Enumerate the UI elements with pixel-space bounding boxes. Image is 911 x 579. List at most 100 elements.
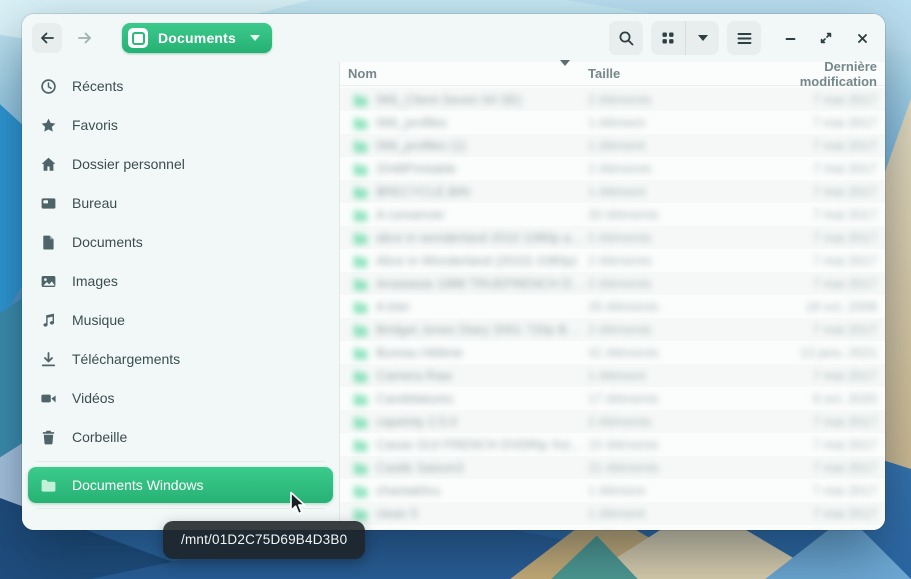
table-row[interactable]: 066_profiles1 élément7 mai 2017 (340, 111, 885, 134)
folder-icon (352, 345, 367, 360)
row-content-blurred: Anastasia 1988 TRUEFRENCH DV…2 éléments7… (348, 276, 877, 291)
file-size: 2 éléments (588, 322, 778, 337)
table-row[interactable]: chantakhru1 élément7 mai 2017 (340, 479, 885, 502)
file-name: Castle Saison3 (376, 460, 588, 475)
sidebar-item-musique[interactable]: Musique (28, 301, 333, 339)
mount-path-tooltip: /mnt/01D2C75D69B4D3B0 (163, 521, 365, 559)
view-options-dropdown-button[interactable] (685, 21, 719, 55)
table-row[interactable]: 066_Client Seven 64 SE)2 éléments7 mai 2… (340, 88, 885, 111)
main-menu-button[interactable] (727, 21, 761, 55)
clock-icon (40, 78, 57, 95)
maximize-button[interactable] (813, 25, 839, 51)
folder-icon (352, 161, 367, 176)
table-row[interactable]: 066_profiles (1)1 élément7 mai 2017 (340, 134, 885, 157)
sort-descending-icon (560, 66, 570, 81)
back-button[interactable] (32, 23, 62, 53)
minimize-button[interactable] (777, 25, 803, 51)
grid-view-button[interactable] (651, 21, 685, 55)
file-modified: 7 mai 2017 (778, 207, 877, 222)
file-modified: 7 mai 2017 (778, 138, 877, 153)
document-icon (40, 234, 57, 251)
download-icon (40, 351, 57, 368)
row-content-blurred: Bridget Jones Diary 2001 720p BR…2 éléme… (348, 322, 877, 337)
file-name: 2048Printable (376, 161, 588, 176)
file-modified: 7 mai 2017 (778, 92, 877, 107)
folder-icon (352, 115, 367, 130)
file-size: 2 éléments (588, 414, 778, 429)
table-row[interactable]: Camera Raw1 élément7 mai 2017 (340, 364, 885, 387)
file-name: chantakhru (376, 483, 588, 498)
column-header-name[interactable]: Nom (348, 66, 588, 81)
folder-icon (352, 207, 367, 222)
sidebar-item-favoris[interactable]: Favoris (28, 106, 333, 144)
file-manager-window: Documents (22, 14, 885, 530)
file-list-pane: Nom Taille Dernière modification 066_Cli… (340, 62, 885, 530)
column-header-size[interactable]: Taille (588, 66, 778, 81)
file-modified: 7 mai 2017 (778, 529, 877, 530)
file-modified: 7 mai 2017 (778, 460, 877, 475)
file-name: $RECYCLE.BIN (376, 184, 588, 199)
table-row[interactable]: $RECYCLE.BIN1 élément7 mai 2017 (340, 180, 885, 203)
table-row[interactable]: Alice in Wonderland (2010) 1080p)2 éléme… (340, 249, 885, 272)
table-row[interactable]: A conserver20 éléments7 mai 2017 (340, 203, 885, 226)
folder-icon (352, 322, 367, 337)
table-row[interactable]: Candidatures17 éléments9 oct. 2020 (340, 387, 885, 410)
sidebar-item-dossier-personnel[interactable]: Dossier personnel (28, 145, 333, 183)
sidebar-item-label: Documents (72, 234, 143, 250)
sidebar-item-corbeille[interactable]: Corbeille (28, 418, 333, 456)
sidebar-item-telechargements[interactable]: Téléchargements (28, 340, 333, 378)
folder-icon (352, 483, 367, 498)
sidebar-item-bureau[interactable]: Bureau (28, 184, 333, 222)
file-modified: 7 mai 2017 (778, 506, 877, 521)
table-row[interactable]: Castle Saison321 éléments7 mai 2017 (340, 456, 885, 479)
table-row[interactable]: Anastasia 1988 TRUEFRENCH DV…2 éléments7… (340, 272, 885, 295)
sidebar-item-videos[interactable]: Vidéos (28, 379, 333, 417)
file-size: 3 éléments (588, 529, 778, 530)
sidebar-item-recents[interactable]: Récents (28, 67, 333, 105)
current-location-label: Documents (158, 30, 236, 46)
file-size: 2 éléments (588, 92, 778, 107)
sidebar-separator (36, 508, 325, 509)
file-name: Candidatures (376, 391, 588, 406)
folder-icon (352, 184, 367, 199)
file-modified: 7 mai 2017 (778, 483, 877, 498)
file-name: Anastasia 1988 TRUEFRENCH DV… (376, 276, 588, 291)
window-controls (777, 25, 875, 51)
grid-view-icon (661, 31, 675, 45)
table-row[interactable]: Bureau Hélène41 éléments13 janv. 2021 (340, 341, 885, 364)
table-row[interactable]: Bridget Jones Diary 2001 720p BR…2 éléme… (340, 318, 885, 341)
folder-icon (352, 299, 367, 314)
headerbar: Documents (22, 14, 885, 62)
trash-icon (40, 429, 57, 446)
table-row[interactable]: Casse GUI FRENCH DVDRip XviD…15 éléments… (340, 433, 885, 456)
file-size: 20 éléments (588, 207, 778, 222)
row-content-blurred: 066_Client Seven 64 SE)2 éléments7 mai 2… (348, 92, 877, 107)
sidebar-item-documents-windows[interactable]: Documents Windows (28, 467, 333, 503)
row-content-blurred: cuisine3 éléments7 mai 2017 (348, 529, 877, 530)
file-name: A conserver (376, 207, 588, 222)
sidebar-item-images[interactable]: Images (28, 262, 333, 300)
search-icon (618, 30, 635, 47)
table-row[interactable]: A trier26 éléments18 oct. 2008 (340, 295, 885, 318)
file-modified: 18 oct. 2008 (778, 299, 877, 314)
close-button[interactable] (849, 25, 875, 51)
file-name: Casse GUI FRENCH DVDRip XviD… (376, 437, 588, 452)
chevron-down-icon (250, 35, 260, 41)
table-row[interactable]: 2048Printable2 éléments7 mai 2017 (340, 157, 885, 180)
sidebar-item-documents[interactable]: Documents (28, 223, 333, 261)
table-row[interactable]: alice in wonderland 2010 1080p a…2 éléme… (340, 226, 885, 249)
table-row[interactable]: clean 51 élément7 mai 2017 (340, 502, 885, 525)
row-content-blurred: Casse GUI FRENCH DVDRip XviD…15 éléments… (348, 437, 877, 452)
row-content-blurred: Camera Raw1 élément7 mai 2017 (348, 368, 877, 383)
search-button[interactable] (609, 21, 643, 55)
current-location-button[interactable]: Documents (122, 23, 272, 53)
forward-button[interactable] (70, 23, 100, 53)
row-content-blurred: chantakhru1 élément7 mai 2017 (348, 483, 877, 498)
row-content-blurred: alice in wonderland 2010 1080p a…2 éléme… (348, 230, 877, 245)
table-row[interactable]: capeinty 2.5.02 éléments7 mai 2017 (340, 410, 885, 433)
folder-icon (352, 391, 367, 406)
table-row[interactable]: cuisine3 éléments7 mai 2017 (340, 525, 885, 530)
file-modified: 7 mai 2017 (778, 253, 877, 268)
sidebar-item-label: Dossier personnel (72, 156, 185, 172)
column-header-modified[interactable]: Dernière modification (778, 59, 877, 89)
